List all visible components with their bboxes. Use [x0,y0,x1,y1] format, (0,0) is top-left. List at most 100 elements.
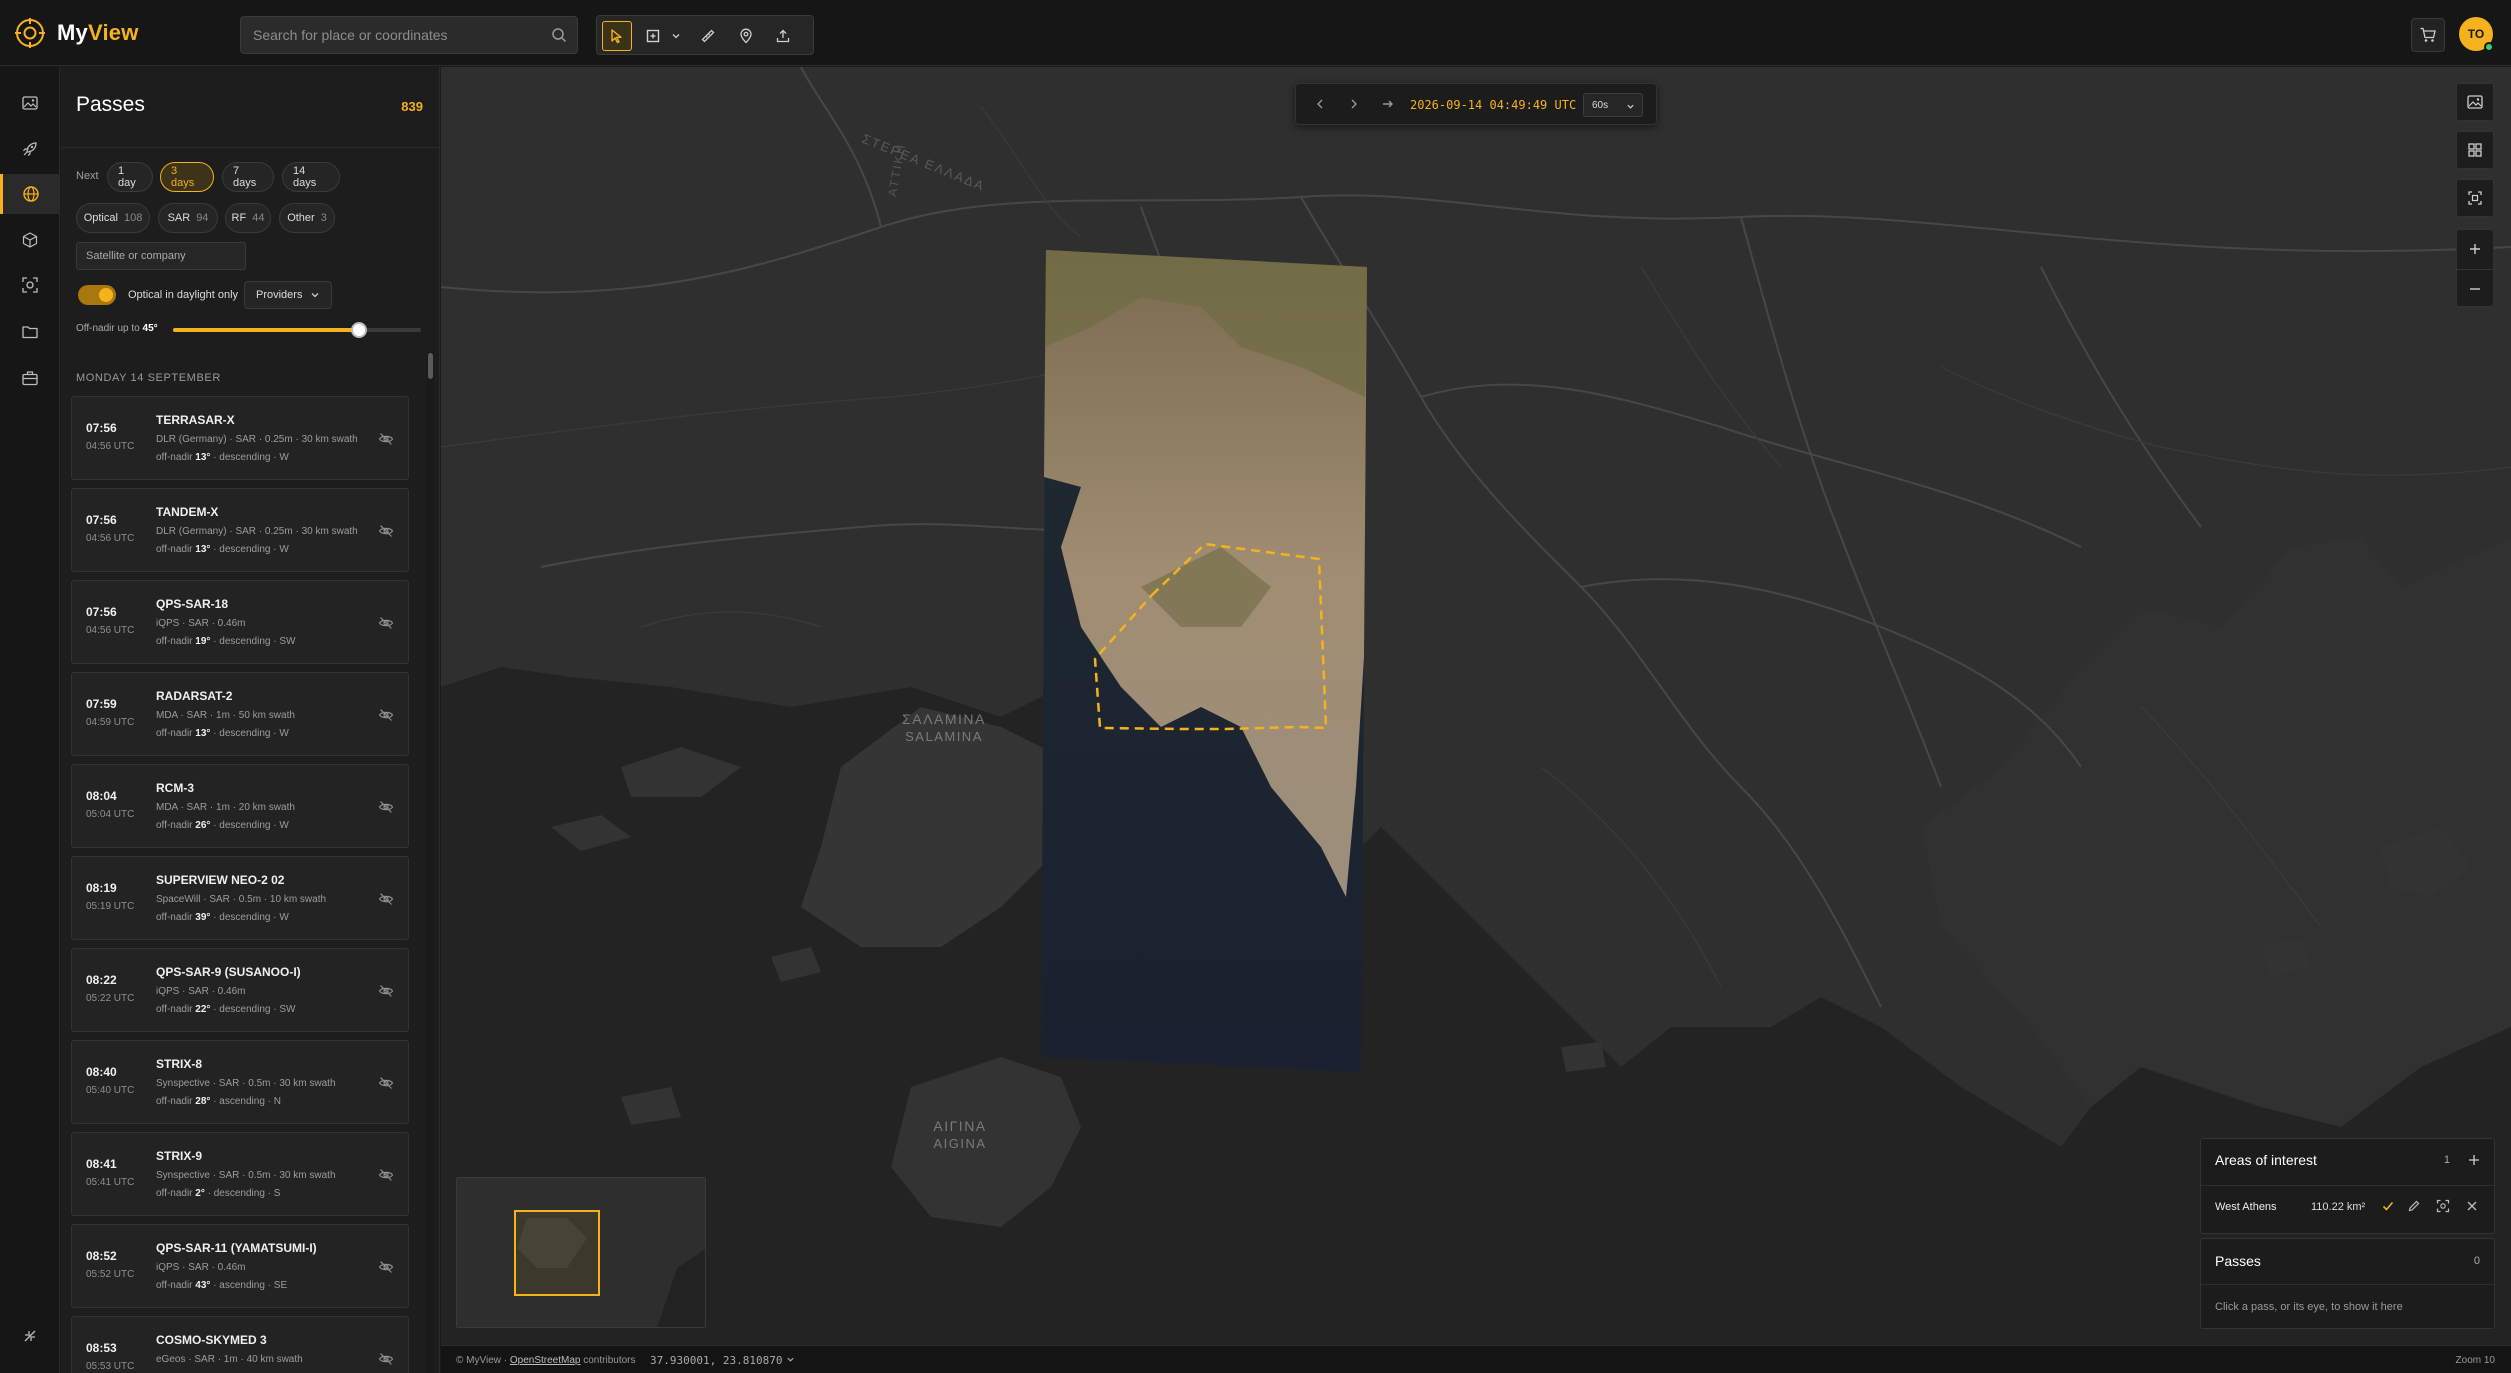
search-icon[interactable] [551,27,567,43]
nav-tasking[interactable] [14,133,46,165]
list-scrollbar[interactable] [426,352,434,1373]
pass-geometry: off-nadir 22° · descending · SW [156,1004,296,1015]
basemap-imagery-button[interactable] [2456,83,2494,121]
pass-card[interactable]: 08:04 05:04 UTC RCM-3 MDA · SAR · 1m · 20 k… [71,764,409,848]
scan-target-icon [22,277,38,293]
providers-dropdown[interactable]: Providers [244,281,332,309]
add-aoi-button[interactable] [2466,1152,2482,1168]
eye-off-icon[interactable] [378,983,394,1004]
cursor-icon [611,29,622,44]
pass-satellite-name: QPS-SAR-9 (SUSANOO-I) [156,965,301,979]
pass-card[interactable]: 07:59 04:59 UTC RADARSAT-2 MDA · SAR · 1m ·… [71,672,409,756]
pass-local-time: 08:41 [86,1157,117,1171]
upload-button[interactable] [768,21,798,51]
draw-mode-dropdown[interactable] [667,21,685,51]
pass-utc-time: 04:59 UTC [86,717,135,728]
pass-satellite-name: RCM-3 [156,781,194,795]
eye-off-icon[interactable] [378,707,394,728]
pass-local-time: 08:52 [86,1249,117,1263]
panel-title: Passes [76,93,145,116]
osm-link[interactable]: OpenStreetMap [510,1355,581,1366]
zoom-out-button[interactable] [2457,269,2493,307]
pass-card[interactable]: 08:41 05:41 UTC STRIX-9 Synspective · SAR ·… [71,1132,409,1216]
list-scrollbar-thumb[interactable] [428,353,433,379]
plus-icon [2470,244,2480,254]
pass-card[interactable]: 08:53 05:53 UTC COSMO-SKYMED 3 eGeos · SAR … [71,1316,409,1373]
satellite-filter-input[interactable] [77,243,237,269]
aoi-item-name[interactable]: West Athens [2215,1201,2277,1213]
pass-card[interactable]: 07:56 04:56 UTC QPS-SAR-18 iQPS · SAR · 0.4… [71,580,409,664]
filter-other[interactable]: Other 3 [279,203,335,233]
filter-optical[interactable]: Optical 108 [76,203,150,233]
eye-off-icon[interactable] [378,431,394,452]
layers-grid-button[interactable] [2456,131,2494,169]
nav-folders[interactable] [14,316,46,348]
pass-details: SpaceWill · SAR · 0.5m · 10 km swath [156,894,327,905]
pass-card[interactable]: 08:52 05:52 UTC QPS-SAR-11 (YAMATSUMI-I) iQ… [71,1224,409,1308]
cart-button[interactable] [2411,18,2445,52]
divider [2201,1185,2494,1186]
logo-icon[interactable] [14,17,46,49]
zoom-level: Zoom 10 [2455,1355,2495,1366]
nav-collapse[interactable] [14,1320,46,1352]
time-step-value: 60s [1592,99,1609,111]
prev-time-button[interactable] [1313,97,1327,111]
briefcase-icon [22,371,38,386]
pass-geometry: off-nadir 19° · descending · SW [156,636,296,647]
range-3-days[interactable]: 3 days [160,162,214,192]
minimap[interactable] [456,1177,706,1328]
aoi-count: 1 [2443,1154,2450,1166]
nav-orders[interactable] [14,362,46,394]
offnadir-slider[interactable] [173,322,421,338]
eye-off-icon[interactable] [378,1259,394,1280]
pass-satellite-name: TANDEM-X [156,505,219,519]
close-icon[interactable] [2465,1199,2479,1213]
pass-card[interactable]: 08:40 05:40 UTC STRIX-8 Synspective · SAR ·… [71,1040,409,1124]
search-input[interactable] [253,17,543,53]
fit-view-button[interactable] [2456,179,2494,217]
pin-button[interactable] [731,21,761,51]
aoi-title: Areas of interest [2215,1152,2317,1168]
search-box [240,16,578,54]
next-time-button[interactable] [1347,97,1361,111]
filter-rf[interactable]: RF 44 [225,203,271,233]
check-icon[interactable] [2381,1199,2395,1213]
user-avatar[interactable]: TO [2459,17,2494,52]
pass-details: MDA · SAR · 1m · 20 km swath [156,802,295,813]
pass-card[interactable]: 08:22 05:22 UTC QPS-SAR-9 (SUSANOO-I) iQPS … [71,948,409,1032]
edit-icon[interactable] [2407,1199,2421,1213]
draw-area-button[interactable] [638,21,668,51]
pass-card[interactable]: 07:56 04:56 UTC TERRASAR-X DLR (Germany) · … [71,396,409,480]
eye-off-icon[interactable] [378,799,394,820]
pass-details: iQPS · SAR · 0.46m [156,1262,246,1273]
slider-thumb[interactable] [351,322,367,338]
map-attribution: © MyView · OpenStreetMap contributors [456,1355,636,1366]
nav-3d-models[interactable] [14,224,46,256]
nav-imagery[interactable] [14,87,46,119]
eye-off-icon[interactable] [378,1167,394,1188]
pass-card[interactable]: 07:56 04:56 UTC TANDEM-X DLR (Germany) · SA… [71,488,409,572]
eye-off-icon[interactable] [378,523,394,544]
eye-off-icon[interactable] [378,891,394,912]
pass-card[interactable]: 08:19 05:19 UTC SUPERVIEW NEO-2 02 SpaceWil… [71,856,409,940]
jump-now-button[interactable] [1381,97,1395,111]
time-step-select[interactable]: 60s [1583,93,1643,117]
filter-sar[interactable]: SAR 94 [158,203,218,233]
zoom-to-aoi-icon[interactable] [2436,1199,2450,1213]
daylight-toggle[interactable] [78,285,116,305]
eye-off-icon[interactable] [378,615,394,636]
range-14-days[interactable]: 14 days [282,162,340,192]
select-tool-button[interactable] [602,21,632,51]
range-1-day[interactable]: 1 day [107,162,153,192]
zoom-in-button[interactable] [2457,230,2493,268]
range-7-days[interactable]: 7 days [222,162,274,192]
measure-button[interactable] [693,21,723,51]
pass-geometry: off-nadir 28° · ascending · N [156,1096,282,1107]
nav-passes[interactable] [0,174,59,214]
cursor-coordinates[interactable]: 37.930001, 23.810870 [650,1354,795,1367]
nav-detection[interactable] [14,269,46,301]
pass-satellite-name: SUPERVIEW NEO-2 02 [156,873,285,887]
grid-icon [2468,143,2482,157]
eye-off-icon[interactable] [378,1351,394,1372]
eye-off-icon[interactable] [378,1075,394,1096]
